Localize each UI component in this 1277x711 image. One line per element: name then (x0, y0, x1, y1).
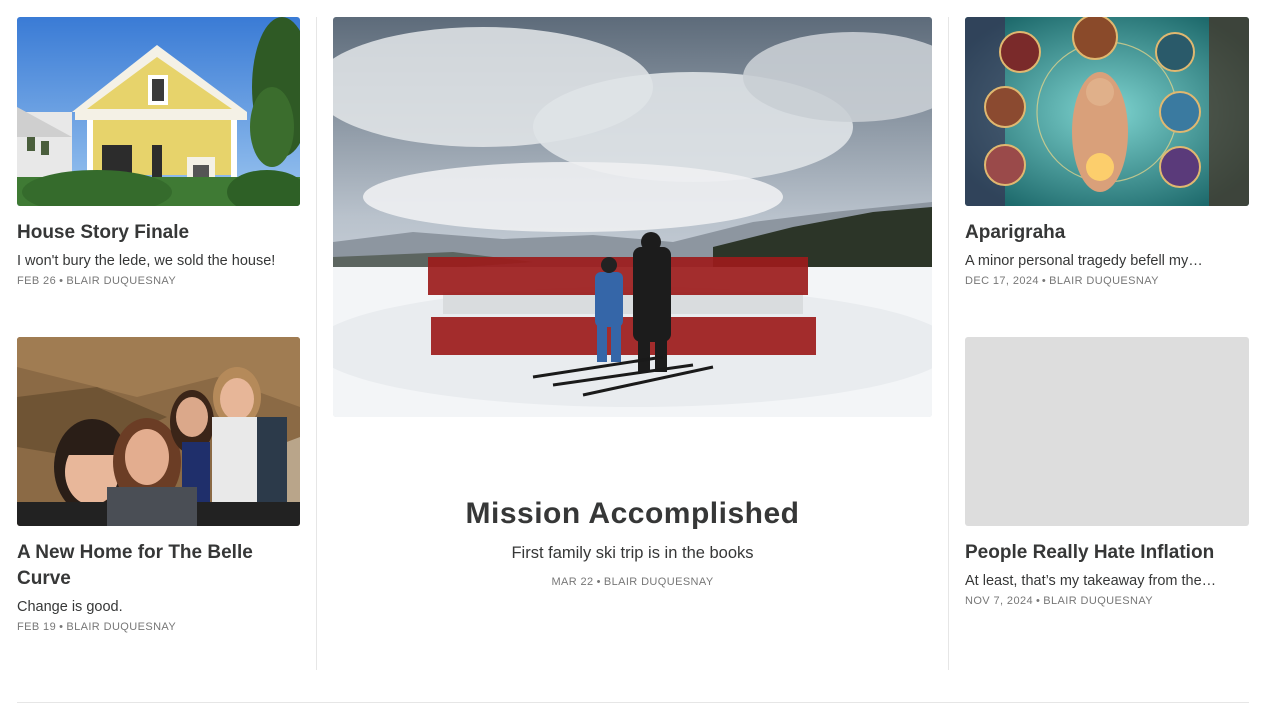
post-subtitle: A minor personal tragedy befell my… (965, 253, 1203, 269)
column-divider-left (316, 17, 317, 670)
featured-meta: MAR 22 • BLAIR DUQUESNAY (333, 576, 932, 588)
meta-separator: • (1041, 275, 1047, 287)
post-subtitle: At least, that’s my takeaway from the… (965, 573, 1217, 589)
featured-post[interactable]: Mission Accomplished First family ski tr… (333, 17, 932, 588)
post-subtitle: I won't bury the lede, we sold the house… (17, 253, 276, 269)
column-divider-right (948, 17, 949, 670)
post-card[interactable]: A New Home for The Belle Curve Change is… (17, 337, 300, 633)
featured-subtitle: First family ski trip is in the books (511, 544, 754, 562)
post-title[interactable]: Aparigraha (965, 220, 1249, 246)
featured-text: Mission Accomplished First family ski tr… (333, 497, 932, 588)
post-date: FEB 19 (17, 621, 57, 633)
right-column: Aparigraha A minor personal tragedy befe… (965, 17, 1249, 607)
post-thumbnail-group-photo[interactable] (17, 337, 300, 526)
post-date: FEB 26 (17, 275, 57, 287)
meta-separator: • (1036, 595, 1041, 607)
post-author[interactable]: BLAIR DUQUESNAY (1049, 275, 1159, 287)
post-thumbnail-aparigraha[interactable] (965, 17, 1249, 206)
post-date: MAR 22 (551, 576, 594, 588)
post-meta: FEB 19 • BLAIR DUQUESNAY (17, 621, 300, 633)
featured-image-ski[interactable] (333, 17, 932, 417)
post-meta: FEB 26 • BLAIR DUQUESNAY (17, 275, 300, 287)
post-subtitle: Change is good. (17, 599, 123, 615)
left-column: House Story Finale I won't bury the lede… (17, 17, 300, 633)
post-card[interactable]: Aparigraha A minor personal tragedy befe… (965, 17, 1249, 287)
post-author[interactable]: BLAIR DUQUESNAY (1043, 595, 1153, 607)
post-author[interactable]: BLAIR DUQUESNAY (66, 275, 176, 287)
meta-separator: • (59, 275, 64, 287)
meta-separator: • (596, 576, 601, 588)
post-title[interactable]: House Story Finale (17, 220, 300, 246)
post-title[interactable]: People Really Hate Inflation (965, 540, 1249, 566)
section-divider (17, 702, 1249, 703)
post-date: NOV 7, 2024 (965, 595, 1033, 607)
post-thumbnail-house[interactable] (17, 17, 300, 206)
post-author[interactable]: BLAIR DUQUESNAY (604, 576, 714, 588)
post-card[interactable]: House Story Finale I won't bury the lede… (17, 17, 300, 287)
post-author[interactable]: BLAIR DUQUESNAY (66, 621, 176, 633)
featured-title[interactable]: Mission Accomplished (333, 497, 932, 531)
post-meta: NOV 7, 2024 • BLAIR DUQUESNAY (965, 595, 1249, 607)
post-meta: DEC 17, 2024 • BLAIR DUQUESNAY (965, 275, 1249, 287)
post-date: DEC 17, 2024 (965, 275, 1039, 287)
post-thumbnail-placeholder[interactable] (965, 337, 1249, 526)
post-card[interactable]: People Really Hate Inflation At least, t… (965, 337, 1249, 607)
meta-separator: • (59, 621, 64, 633)
post-title[interactable]: A New Home for The Belle Curve (17, 540, 300, 592)
